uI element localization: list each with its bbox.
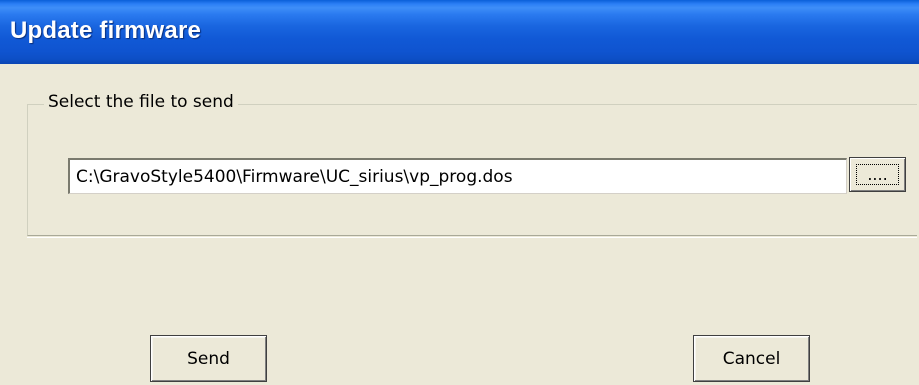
update-firmware-dialog: Update firmware Select the file to send … xyxy=(0,0,919,385)
groupbox-legend: Select the file to send xyxy=(44,91,238,113)
browse-button-label: .... xyxy=(867,165,888,184)
send-button[interactable]: Send xyxy=(150,335,267,382)
browse-button[interactable]: .... xyxy=(849,157,906,192)
dialog-title: Update firmware xyxy=(10,17,202,44)
firmware-path-input[interactable] xyxy=(68,158,847,194)
title-bar[interactable]: Update firmware xyxy=(0,0,919,64)
cancel-button[interactable]: Cancel xyxy=(693,335,810,382)
